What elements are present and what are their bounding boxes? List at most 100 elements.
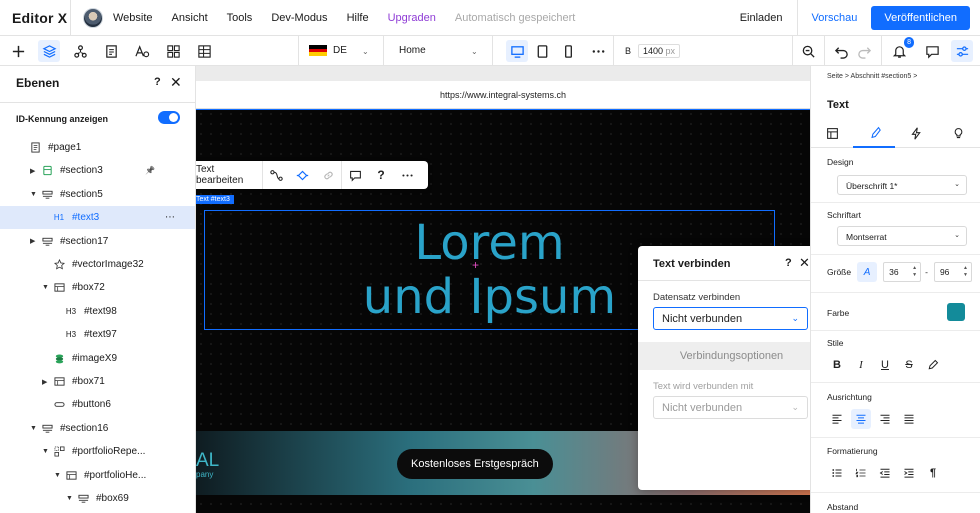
- edit-text-button[interactable]: Text bearbeiten: [196, 164, 262, 186]
- layer-row[interactable]: #button6: [0, 393, 195, 416]
- layer-row[interactable]: ▶ #section3 📌: [0, 159, 195, 182]
- collapse-arrow-icon[interactable]: ▼: [42, 448, 50, 455]
- expand-arrow-icon[interactable]: ▶: [30, 237, 38, 245]
- help-icon[interactable]: ?: [368, 168, 394, 182]
- layer-row[interactable]: ▼ #section5: [0, 183, 195, 206]
- highlight-icon[interactable]: [923, 355, 943, 375]
- italic-icon[interactable]: I: [851, 355, 871, 375]
- connect-icon[interactable]: [69, 40, 91, 62]
- tab-interactions[interactable]: [895, 118, 937, 148]
- pages-icon[interactable]: [100, 40, 122, 62]
- plus-icon[interactable]: +: [472, 258, 479, 272]
- collapse-arrow-icon[interactable]: ▼: [30, 191, 38, 198]
- animation-icon[interactable]: [263, 169, 289, 182]
- add-icon[interactable]: [7, 40, 29, 62]
- menu-dev-modus[interactable]: Dev-Modus: [271, 12, 327, 24]
- close-icon[interactable]: ✕: [170, 74, 182, 91]
- close-icon[interactable]: ✕: [799, 255, 810, 271]
- align-left-icon[interactable]: [827, 409, 847, 429]
- numbered-list-icon[interactable]: [851, 463, 871, 483]
- text-direction-icon[interactable]: ¶: [923, 463, 943, 483]
- layer-row[interactable]: #page1: [0, 136, 195, 159]
- layer-row[interactable]: ▼ #section16: [0, 417, 195, 440]
- dataset-select[interactable]: Nicht verbunden ⌄: [653, 307, 808, 330]
- layer-row[interactable]: ▼ #portfolioRepe...: [0, 440, 195, 463]
- link-icon[interactable]: [315, 169, 341, 182]
- more-icon[interactable]: ⋯: [165, 212, 175, 223]
- pin-icon[interactable]: 📌: [145, 166, 155, 175]
- align-justify-icon[interactable]: [899, 409, 919, 429]
- tablet-icon[interactable]: [531, 40, 553, 62]
- bullet-list-icon[interactable]: [827, 463, 847, 483]
- mobile-icon[interactable]: [557, 40, 579, 62]
- text-styles-icon[interactable]: [131, 40, 153, 62]
- menu-ansicht[interactable]: Ansicht: [172, 12, 208, 24]
- layer-row[interactable]: H3 #text97: [0, 323, 195, 346]
- cta-button[interactable]: Kostenloses Erstgespräch: [397, 449, 553, 479]
- apps-icon[interactable]: [162, 40, 184, 62]
- tab-tips[interactable]: [937, 118, 979, 148]
- stepper-icon[interactable]: ▲ ▼: [912, 265, 917, 279]
- tab-design[interactable]: [853, 118, 895, 148]
- layer-row[interactable]: #imageX9: [0, 347, 195, 370]
- help-icon[interactable]: ?: [154, 76, 161, 88]
- more-icon[interactable]: [587, 40, 609, 62]
- collapse-arrow-icon[interactable]: ▼: [66, 495, 74, 502]
- help-icon[interactable]: ?: [785, 257, 792, 269]
- design-select[interactable]: Überschrift 1* ⌄: [837, 175, 967, 195]
- layer-row[interactable]: ▼ #portfolioHe...: [0, 464, 195, 487]
- indent-decrease-icon[interactable]: [875, 463, 895, 483]
- strikethrough-icon[interactable]: S: [899, 355, 919, 375]
- layer-row[interactable]: ▶ #box71: [0, 370, 195, 393]
- editor-logo[interactable]: Editor X: [0, 10, 70, 26]
- collapse-arrow-icon[interactable]: ▼: [54, 472, 62, 479]
- desktop-icon[interactable]: [506, 40, 528, 62]
- language-selector[interactable]: DE: [309, 45, 347, 57]
- inspector-icon[interactable]: [951, 40, 973, 62]
- more-icon[interactable]: [394, 169, 420, 182]
- id-toggle[interactable]: [158, 111, 180, 124]
- page-selector[interactable]: Home: [399, 45, 426, 56]
- publish-button[interactable]: Veröffentlichen: [871, 5, 970, 30]
- comment-icon[interactable]: [921, 40, 943, 62]
- connected-select[interactable]: Nicht verbunden ⌄: [653, 396, 808, 419]
- redo-icon[interactable]: [853, 40, 875, 62]
- layers-icon[interactable]: [38, 40, 60, 62]
- underline-icon[interactable]: U: [875, 355, 895, 375]
- connection-options-button[interactable]: Verbindungsoptionen: [638, 342, 825, 370]
- layer-row[interactable]: ▶ #section17: [0, 230, 195, 253]
- undo-icon[interactable]: [830, 40, 852, 62]
- layer-row[interactable]: ▼ #box72: [0, 276, 195, 299]
- menu-website[interactable]: Website: [113, 12, 153, 24]
- menu-tools[interactable]: Tools: [227, 12, 253, 24]
- font-select[interactable]: Montserrat ⌄: [837, 226, 967, 246]
- layer-row[interactable]: #vectorImage32: [0, 253, 195, 276]
- width-input[interactable]: 1400 px: [638, 44, 681, 58]
- indent-increase-icon[interactable]: [899, 463, 919, 483]
- font-size-input[interactable]: 36 ▲ ▼: [883, 262, 922, 282]
- tab-layout[interactable]: [811, 118, 853, 148]
- upgrade-link[interactable]: Upgraden: [388, 12, 436, 24]
- expand-arrow-icon[interactable]: ▶: [30, 167, 38, 175]
- menu-hilfe[interactable]: Hilfe: [347, 12, 369, 24]
- stepper-icon[interactable]: ▲ ▼: [963, 265, 968, 279]
- color-swatch[interactable]: [947, 303, 965, 321]
- align-right-icon[interactable]: [875, 409, 895, 429]
- bell-icon[interactable]: 8: [888, 37, 914, 62]
- font-size-icon[interactable]: A: [857, 262, 878, 282]
- preview-button[interactable]: Vorschau: [812, 12, 858, 24]
- collapse-arrow-icon[interactable]: ▼: [42, 284, 50, 291]
- comment-icon[interactable]: [342, 169, 368, 182]
- breadcrumb[interactable]: Seite > Abschnitt #section5 >: [827, 73, 917, 80]
- table-icon[interactable]: [193, 40, 215, 62]
- layer-row[interactable]: H1 #text3 ⋯: [0, 206, 195, 230]
- connect-data-icon[interactable]: [289, 169, 315, 182]
- collapse-arrow-icon[interactable]: ▼: [30, 425, 38, 432]
- layer-row[interactable]: H3 #text98: [0, 300, 195, 323]
- avatar[interactable]: [83, 7, 103, 28]
- expand-arrow-icon[interactable]: ▶: [42, 378, 50, 386]
- line-height-input[interactable]: 96 ▲ ▼: [933, 262, 972, 282]
- invite-button[interactable]: Einladen: [740, 12, 783, 24]
- layer-row[interactable]: ▼ #box69: [0, 487, 195, 510]
- zoom-icon[interactable]: [797, 40, 819, 62]
